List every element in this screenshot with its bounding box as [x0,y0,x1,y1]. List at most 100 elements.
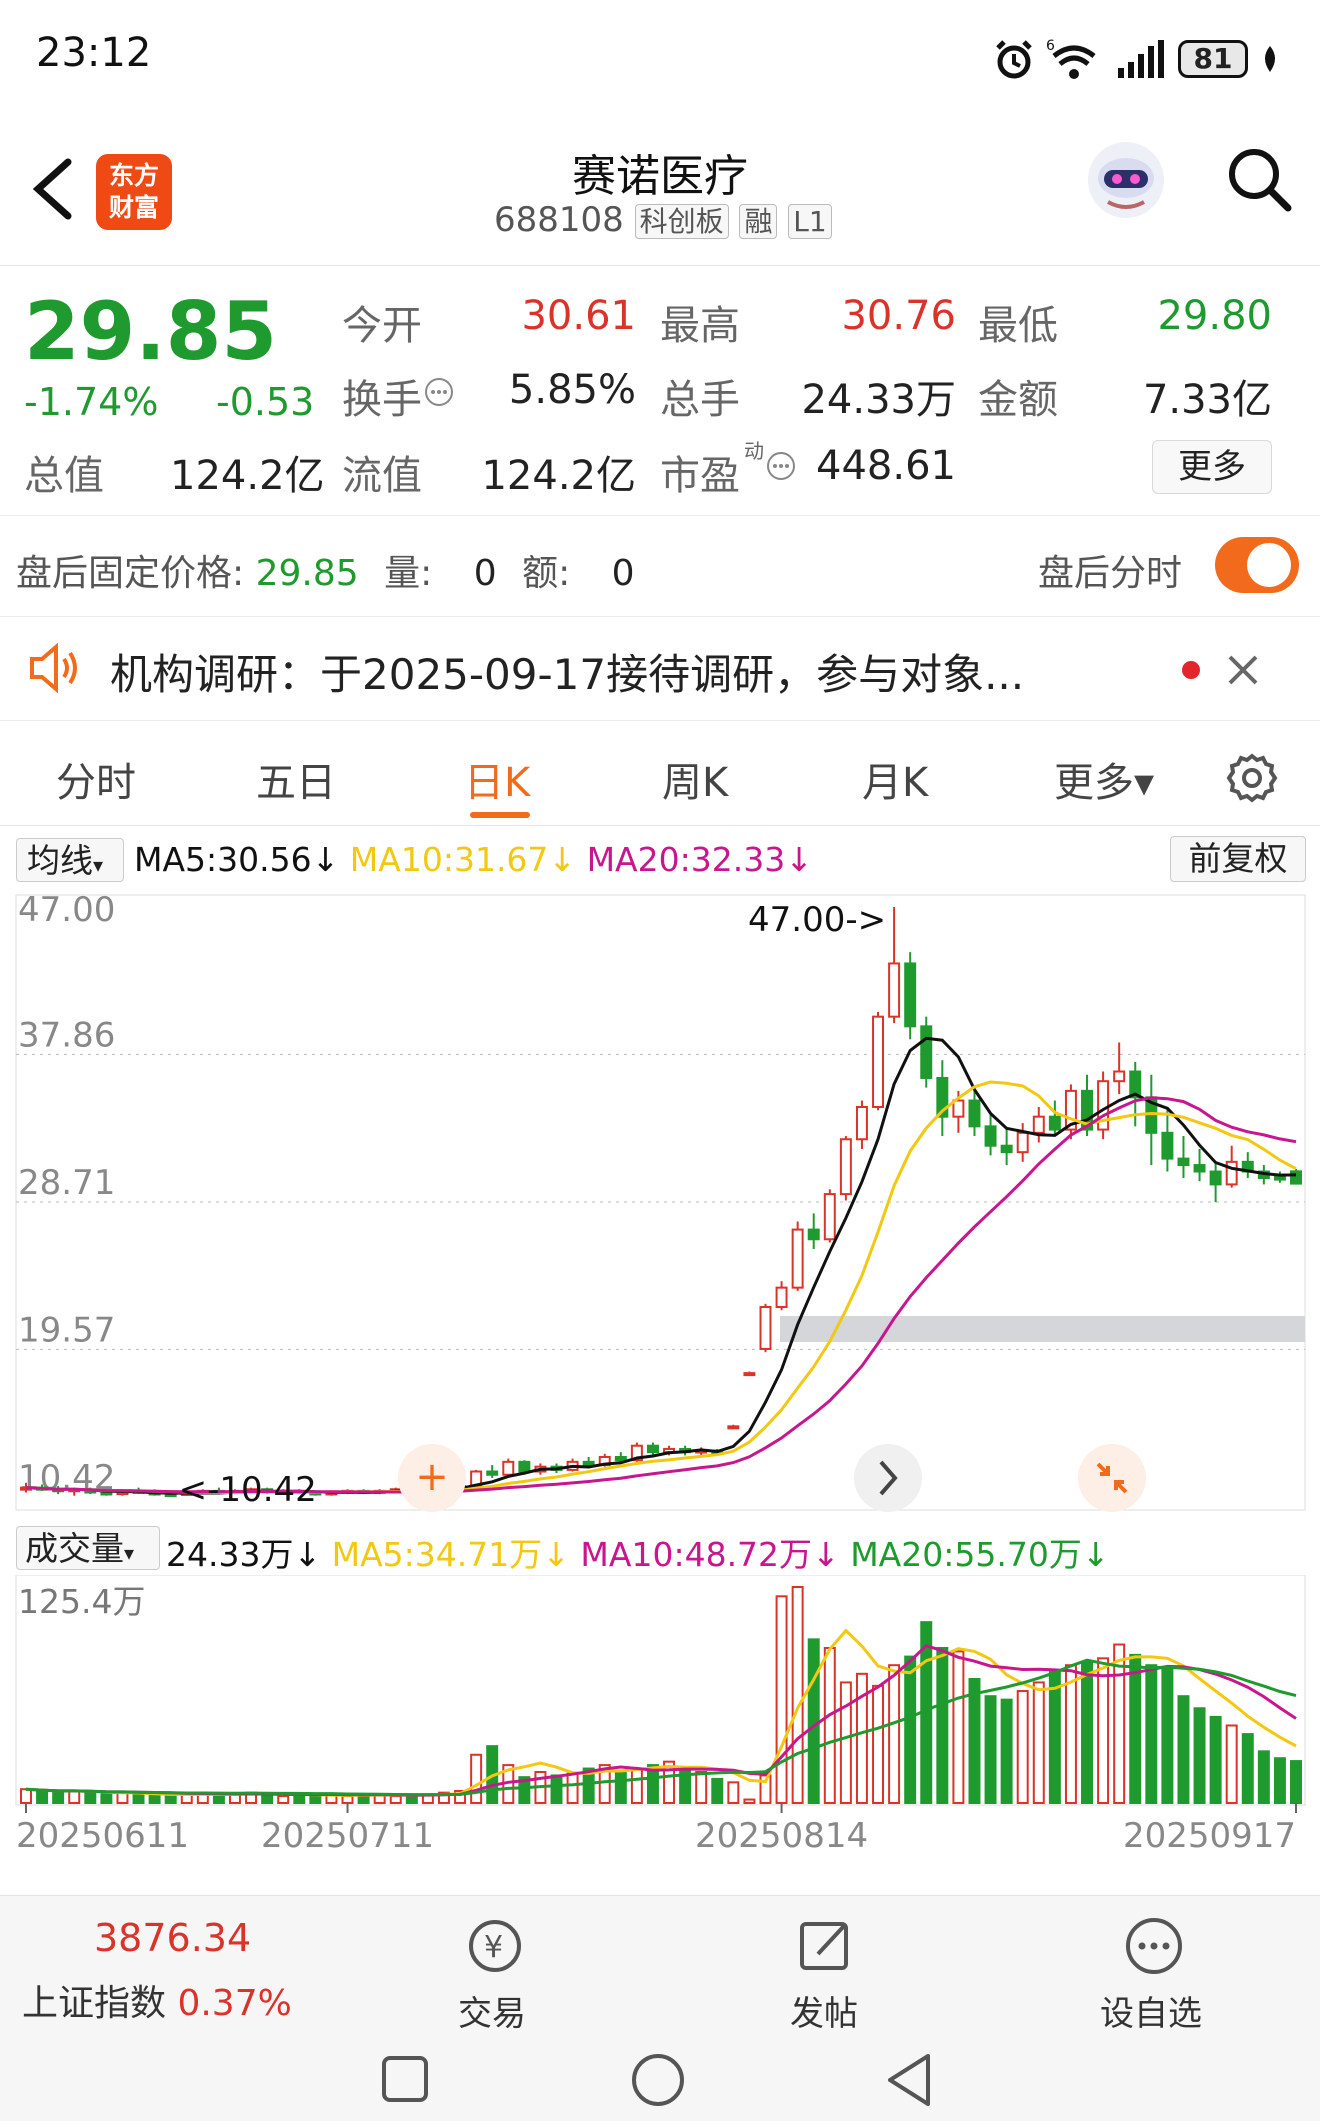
volume-bar [823,1646,836,1804]
candle [775,1281,788,1311]
watchlist-label[interactable]: 设自选 [1100,1986,1202,2035]
pe-info-icon[interactable] [766,451,796,481]
volume-bar [1257,1750,1270,1805]
pe-label: 市盈 [660,453,740,499]
tab-five-day[interactable]: 五日 [256,750,336,808]
tag-level: L1 [788,204,832,239]
more-options-icon[interactable] [1124,1916,1184,1976]
candle [872,1011,885,1111]
candle-body [518,1460,531,1473]
chevron-right-icon [879,1460,898,1496]
tab-daily-k[interactable]: 日K [464,750,530,808]
collapse-arrows-icon [1096,1462,1128,1494]
tab-weekly-k[interactable]: 周K [662,750,728,808]
candle-body [1113,1070,1126,1083]
close-icon[interactable] [1226,653,1260,687]
tab-more[interactable]: 更多▾ [1054,750,1154,808]
quote-panel: 29.85 -1.74% -0.53 总值 124.2亿 今开 30.61 最高… [0,265,1320,515]
clock: 23:12 [36,30,152,76]
kline-chart[interactable]: 47.0037.8628.7119.5710.42 47.00-><-10.42 [0,885,1320,1530]
volume-bar [695,1770,708,1804]
home-icon[interactable] [630,2052,686,2108]
volume-bar [952,1650,965,1804]
low-value: 29.80 [1157,293,1272,339]
zoom-fit-button[interactable] [1078,1444,1146,1512]
status-bar: 23:12 6 81 [0,0,1320,110]
candle [1177,1136,1190,1178]
candle-body [823,1193,836,1241]
after-hours-bar: 盘后固定价格: 29.85 量: 0 额: 0 盘后分时 [0,515,1320,617]
candle [486,1465,499,1478]
volume-indicator-select[interactable]: 成交量▾ [16,1526,160,1570]
candle [904,952,917,1040]
post-icon[interactable] [796,1916,856,1976]
dropdown-icon: ▾ [93,853,104,877]
volume-chart[interactable]: 125.4万 20250611 20250711 20250814 20250917 [0,1575,1320,1885]
trade-label[interactable]: 交易 [458,1986,526,2035]
amount-value: 7.33亿 [1142,377,1272,423]
price-axis-label: 47.00 [18,890,115,930]
volume-bar [52,1791,65,1804]
research-notice[interactable]: 机构调研：于2025-09-17接待调研，参与对象... [0,615,1320,721]
stock-name: 赛诺医疗 [572,151,748,202]
candle [1290,1168,1302,1185]
trade-icon[interactable]: ¥ [460,1916,530,1976]
volume-bar [872,1684,885,1804]
candle [646,1442,659,1456]
candle-body [100,1491,113,1496]
tab-monthly-k[interactable]: 月K [862,750,928,808]
search-icon[interactable] [1224,144,1294,214]
volume-legend: 24.33万↓ MA5:34.71万↓ MA10:48.72万↓ MA20:55… [166,1528,1109,1576]
volume-bar [1290,1760,1302,1805]
candle [791,1221,804,1291]
tab-intraday[interactable]: 分时 [56,750,136,808]
vol-ma10-legend: MA10:48.72万↓ [580,1535,840,1574]
scroll-right-button[interactable] [854,1444,922,1512]
high-label: 最高 [660,303,740,349]
after-hours-amt: 0 [611,553,635,594]
candle-body [502,1460,515,1476]
volume-bar [968,1677,981,1804]
candle [936,1060,949,1137]
robot-assistant-icon[interactable] [1084,138,1168,222]
ma10-legend: MA10:31.67↓ [349,840,577,879]
candle-body [1161,1131,1174,1160]
candle-body [1000,1144,1013,1154]
settings-gear-icon[interactable] [1224,750,1280,806]
stock-header: 东方 财富 赛诺医疗 688108 科创板 融 L1 [0,110,1320,266]
battery-icon: 81 [1178,40,1248,78]
candle [1161,1107,1174,1172]
float-cap-value: 124.2亿 [481,453,636,499]
add-drawing-button[interactable]: + [398,1444,466,1512]
after-hours-info: 盘后固定价格: 29.85 量: 0 额: 0 [16,544,635,596]
min-price-marker: <-10.42 [179,1470,317,1510]
more-quote-button[interactable]: 更多 [1152,440,1272,494]
candle [839,1136,852,1201]
index-change: 0.37% [177,1983,292,2024]
info-icon[interactable] [424,377,454,407]
current-price: 29.85 [24,285,278,378]
tag-board: 科创板 [634,204,729,239]
candle [1193,1148,1206,1182]
volume-bar [1016,1690,1029,1804]
back-icon[interactable] [28,154,78,224]
candle-body [614,1456,627,1462]
volume-bar [550,1774,563,1804]
volume-bar [775,1595,788,1804]
volume-bar [1032,1681,1045,1804]
indicator-select[interactable]: 均线▾ [16,838,124,882]
candle-body [855,1106,868,1141]
x-axis-label: 20250611 [16,1816,189,1856]
volume-bar [1097,1657,1110,1804]
post-label[interactable]: 发帖 [790,1986,858,2035]
nav-back-icon[interactable] [884,2052,934,2108]
vol-ma20-legend: MA20:55.70万↓ [850,1535,1110,1574]
volume-bar [84,1791,97,1804]
candle [759,1303,772,1353]
notice-text: 机构调研：于2025-09-17接待调研，参与对象... [110,650,1025,699]
volume-bar [1081,1660,1093,1804]
candle-body [743,1372,756,1377]
recent-apps-icon[interactable] [380,2054,430,2104]
adjust-select[interactable]: 前复权 [1170,836,1306,882]
volume-bar [1177,1695,1190,1804]
